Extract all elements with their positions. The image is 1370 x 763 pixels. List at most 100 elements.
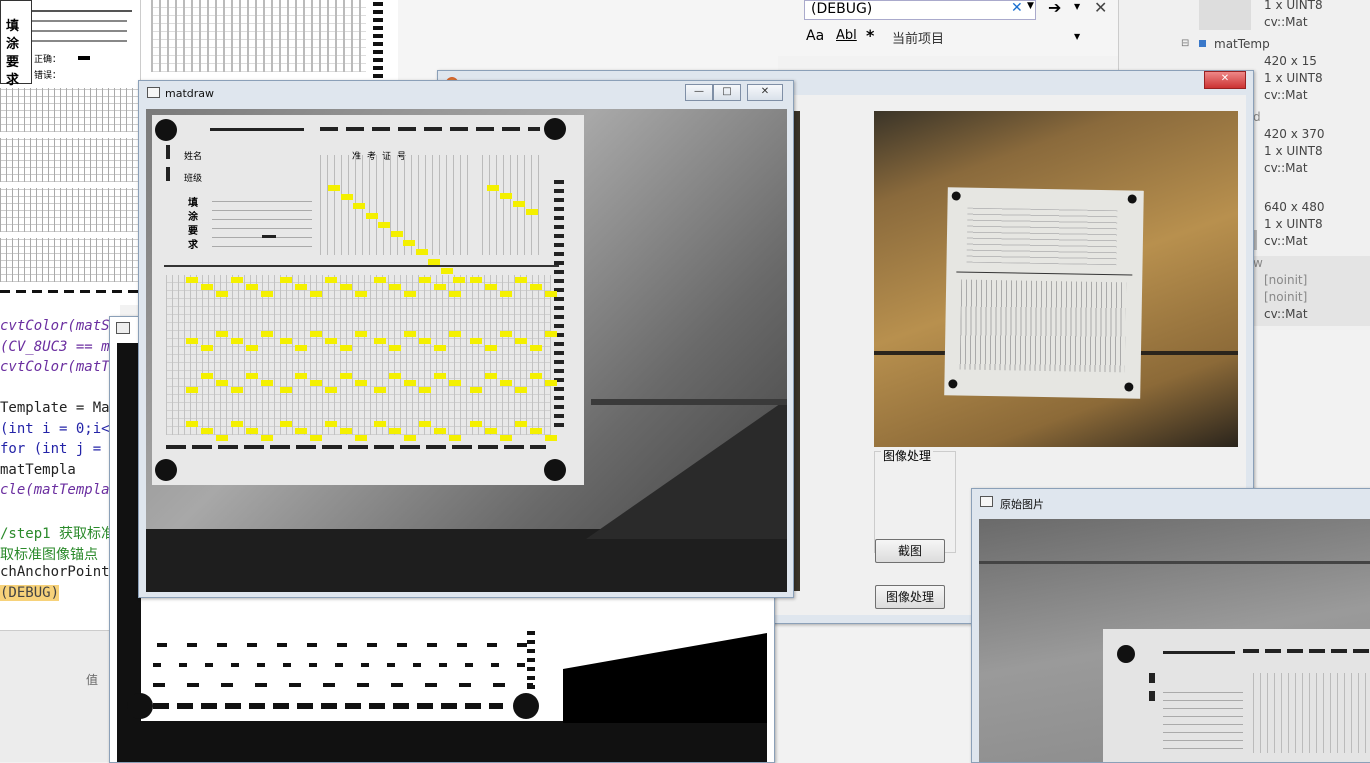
watch-item2-type: 1 x UINT8 bbox=[1264, 144, 1323, 158]
detected-answer-mark bbox=[246, 428, 258, 434]
detected-answer-mark bbox=[186, 338, 198, 344]
editor-status-bar: 值 bbox=[0, 630, 120, 762]
capture-button[interactable]: 截图 bbox=[875, 539, 945, 563]
detected-answer-mark bbox=[545, 291, 557, 297]
matdraw-window: matdraw — □ ✕ 姓名 班级 准考证号 填涂要求 bbox=[138, 80, 794, 598]
status-value-label: 值 bbox=[86, 673, 99, 687]
image-process-button[interactable]: 图像处理 bbox=[875, 585, 945, 609]
code-line: cvtColor(matS bbox=[0, 318, 110, 334]
detected-answer-mark bbox=[310, 380, 322, 386]
detected-answer-mark bbox=[434, 284, 446, 290]
watch-item4-label: w bbox=[1253, 256, 1263, 270]
code-editor[interactable]: cvtColor(matS (CV_8UC3 == ma cvtColor(matT… bbox=[0, 300, 120, 630]
answer-grid-block bbox=[0, 238, 140, 282]
detected-answer-mark bbox=[310, 435, 322, 441]
detected-answer-mark bbox=[374, 277, 386, 283]
detected-answer-mark bbox=[186, 277, 198, 283]
image-process-group bbox=[874, 451, 956, 553]
watch-item2-class: cv::Mat bbox=[1264, 161, 1308, 175]
detected-answer-mark bbox=[545, 435, 557, 441]
detected-answer-mark bbox=[470, 338, 482, 344]
detected-answer-mark bbox=[355, 380, 367, 386]
detected-answer-mark bbox=[389, 373, 401, 379]
detected-answer-mark bbox=[231, 421, 243, 427]
detected-answer-mark bbox=[515, 387, 527, 393]
config-value: (DEBUG) bbox=[811, 1, 873, 17]
detected-answer-mark bbox=[453, 277, 465, 283]
code-line: (DEBUG) bbox=[0, 584, 60, 601]
go-arrow-icon[interactable]: ➔ bbox=[1048, 0, 1061, 17]
detected-answer-mark bbox=[325, 338, 337, 344]
detected-answer-mark bbox=[295, 428, 307, 434]
detected-answer-mark bbox=[470, 277, 482, 283]
detected-answer-mark bbox=[485, 373, 497, 379]
detected-answer-mark bbox=[295, 345, 307, 351]
detected-answer-mark bbox=[404, 380, 416, 386]
detected-answer-mark bbox=[340, 345, 352, 351]
clear-icon[interactable]: ✕ bbox=[1011, 0, 1023, 16]
detected-answer-mark bbox=[261, 435, 273, 441]
watch-partial-label: d bbox=[1253, 110, 1261, 124]
code-line: chAnchorPoints bbox=[0, 564, 119, 580]
dropdown-icon[interactable]: ▼ bbox=[1027, 1, 1034, 11]
detected-answer-mark bbox=[500, 291, 512, 297]
detected-answer-mark bbox=[449, 380, 461, 386]
detected-answer-mark bbox=[340, 284, 352, 290]
matdraw-maximize-button[interactable]: □ bbox=[713, 84, 741, 101]
detected-answer-mark bbox=[355, 435, 367, 441]
detected-answer-mark bbox=[485, 284, 497, 290]
matdraw-minimize-button[interactable]: — bbox=[685, 84, 713, 101]
detected-answer-mark bbox=[415, 249, 428, 256]
detected-answer-mark bbox=[530, 284, 542, 290]
whole-word-icon[interactable]: Abl bbox=[836, 28, 857, 43]
code-line: 取标准图像锚点 bbox=[0, 546, 98, 563]
detected-answer-mark bbox=[280, 387, 292, 393]
matdraw-window-icon bbox=[147, 87, 160, 98]
detected-answer-mark bbox=[280, 338, 292, 344]
answer-sheet-background: 填涂要求 正确： 错误： bbox=[0, 0, 141, 305]
detected-answer-mark bbox=[261, 331, 273, 337]
detected-answer-mark bbox=[404, 291, 416, 297]
detected-answer-mark bbox=[449, 435, 461, 441]
scope-dropdown-icon[interactable]: ▼ bbox=[1074, 32, 1080, 41]
code-line: (int i = 0;i< bbox=[0, 420, 110, 437]
watch-item4-class: cv::Mat bbox=[1264, 307, 1308, 321]
detected-answer-mark bbox=[419, 277, 431, 283]
detected-answer-mark bbox=[310, 291, 322, 297]
detected-answer-mark bbox=[310, 331, 322, 337]
detected-answer-mark bbox=[500, 380, 512, 386]
detected-answer-mark bbox=[434, 345, 446, 351]
field-icon bbox=[1199, 40, 1206, 47]
camera-preview bbox=[874, 111, 1238, 447]
match-case-icon[interactable]: Aa bbox=[806, 28, 824, 44]
code-line: cle(matTemplat bbox=[0, 482, 119, 498]
original-image bbox=[979, 519, 1370, 762]
scope-select[interactable]: 当前项目 bbox=[892, 28, 944, 47]
detected-answer-mark bbox=[530, 373, 542, 379]
close-icon[interactable]: ✕ bbox=[1094, 0, 1107, 17]
regex-icon[interactable]: * bbox=[866, 26, 874, 45]
detected-answer-mark bbox=[513, 201, 525, 207]
detected-answer-mark bbox=[340, 428, 352, 434]
detected-answer-mark bbox=[500, 193, 512, 199]
detected-answer-mark bbox=[389, 284, 401, 290]
wrong-label: 错误： bbox=[34, 71, 62, 81]
answer-grid-block bbox=[0, 88, 140, 132]
main-dialog-close-button[interactable]: ✕ bbox=[1204, 71, 1246, 89]
code-line: cvtColor(matT bbox=[0, 359, 110, 375]
matdraw-close-button[interactable]: ✕ bbox=[747, 84, 783, 101]
collapse-icon[interactable]: ⊟ bbox=[1181, 38, 1189, 49]
matdraw-title: matdraw bbox=[165, 87, 215, 100]
watch-item3-class: cv::Mat bbox=[1264, 234, 1308, 248]
watch-mattemp-label[interactable]: matTemp bbox=[1214, 37, 1270, 51]
detected-answer-mark bbox=[353, 203, 365, 210]
detected-answer-mark bbox=[201, 345, 213, 351]
go-dropdown-icon[interactable]: ▼ bbox=[1074, 2, 1080, 11]
binary-window-icon bbox=[116, 322, 130, 334]
original-window-icon bbox=[980, 496, 993, 507]
detected-answer-mark bbox=[295, 284, 307, 290]
detected-answer-mark bbox=[340, 373, 352, 379]
detected-answer-mark bbox=[487, 185, 499, 191]
config-combo[interactable]: (DEBUG) ✕ ▼ bbox=[804, 0, 1036, 20]
detected-answer-mark bbox=[325, 421, 337, 427]
